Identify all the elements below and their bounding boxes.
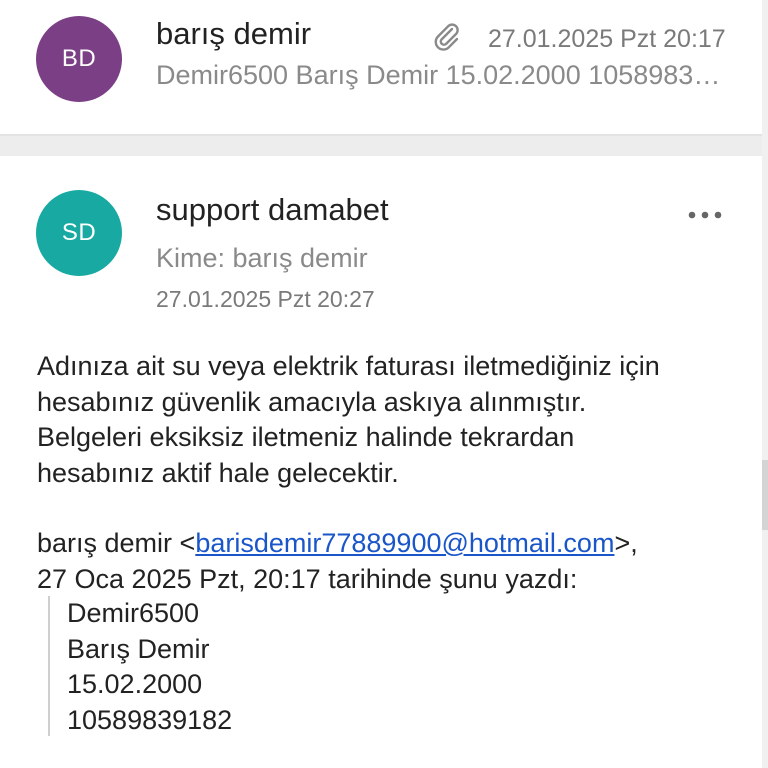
quote-date-line: 27 Oca 2025 Pzt, 20:17 tarihinde şunu ya… [37, 563, 578, 594]
email-thread-view: BD barış demir 27.01.2025 Pzt 20:17 Demi… [0, 0, 768, 768]
quote-author-line: barış demir <barisdemir77889900@hotmail.… [37, 526, 753, 562]
scrollbar-track[interactable] [762, 0, 768, 768]
sender-avatar-open[interactable]: SD [36, 190, 122, 276]
quoted-text: Demir6500 Barış Demir 15.02.2000 1058983… [67, 596, 232, 738]
quote-header: barış demir <barisdemir77889900@hotmail.… [37, 526, 753, 597]
sender-avatar[interactable]: BD [36, 16, 122, 102]
paperclip-icon [434, 23, 459, 51]
message-divider [0, 134, 768, 156]
message-body: Adınıza ait su veya elektrik faturası il… [37, 349, 753, 491]
open-sender-name: support damabet [156, 192, 389, 227]
quoted-line: Barış Demir [67, 633, 210, 664]
quoted-line: Demir6500 [67, 598, 200, 628]
quoted-line: 10589839182 [67, 704, 233, 735]
quote-author-suffix: >, [614, 528, 638, 558]
body-line: hesabınız aktif hale gelecektir. [37, 457, 399, 488]
body-line: hesabınız güvenlik amacıyla askıya alınm… [37, 386, 587, 417]
quote-bar [48, 596, 50, 736]
body-line: Adınıza ait su veya elektrik faturası il… [37, 351, 660, 381]
quote-author-email-link[interactable]: barisdemir77889900@hotmail.com [195, 528, 614, 558]
recipient-line[interactable]: Kime: barış demir [156, 243, 368, 274]
quoted-line: 15.02.2000 [67, 669, 203, 699]
open-message-date: 27.01.2025 Pzt 20:27 [156, 286, 375, 312]
scrollbar-thumb[interactable] [762, 460, 768, 530]
message-date: 27.01.2025 Pzt 20:17 [488, 25, 726, 53]
quote-author-prefix: barış demir < [37, 528, 196, 558]
sender-name: barış demir [156, 16, 312, 51]
collapsed-message-card[interactable]: BD barış demir 27.01.2025 Pzt 20:17 Demi… [0, 0, 762, 134]
avatar-initials: BD [61, 45, 97, 72]
avatar-initials-open: SD [61, 219, 97, 246]
message-preview: Demir6500 Barış Demir 15.02.2000 1058983… [156, 60, 722, 90]
more-horizontal-icon[interactable] [684, 204, 726, 226]
body-line: Belgeleri eksiksiz iletmeniz halinde tek… [37, 422, 575, 452]
